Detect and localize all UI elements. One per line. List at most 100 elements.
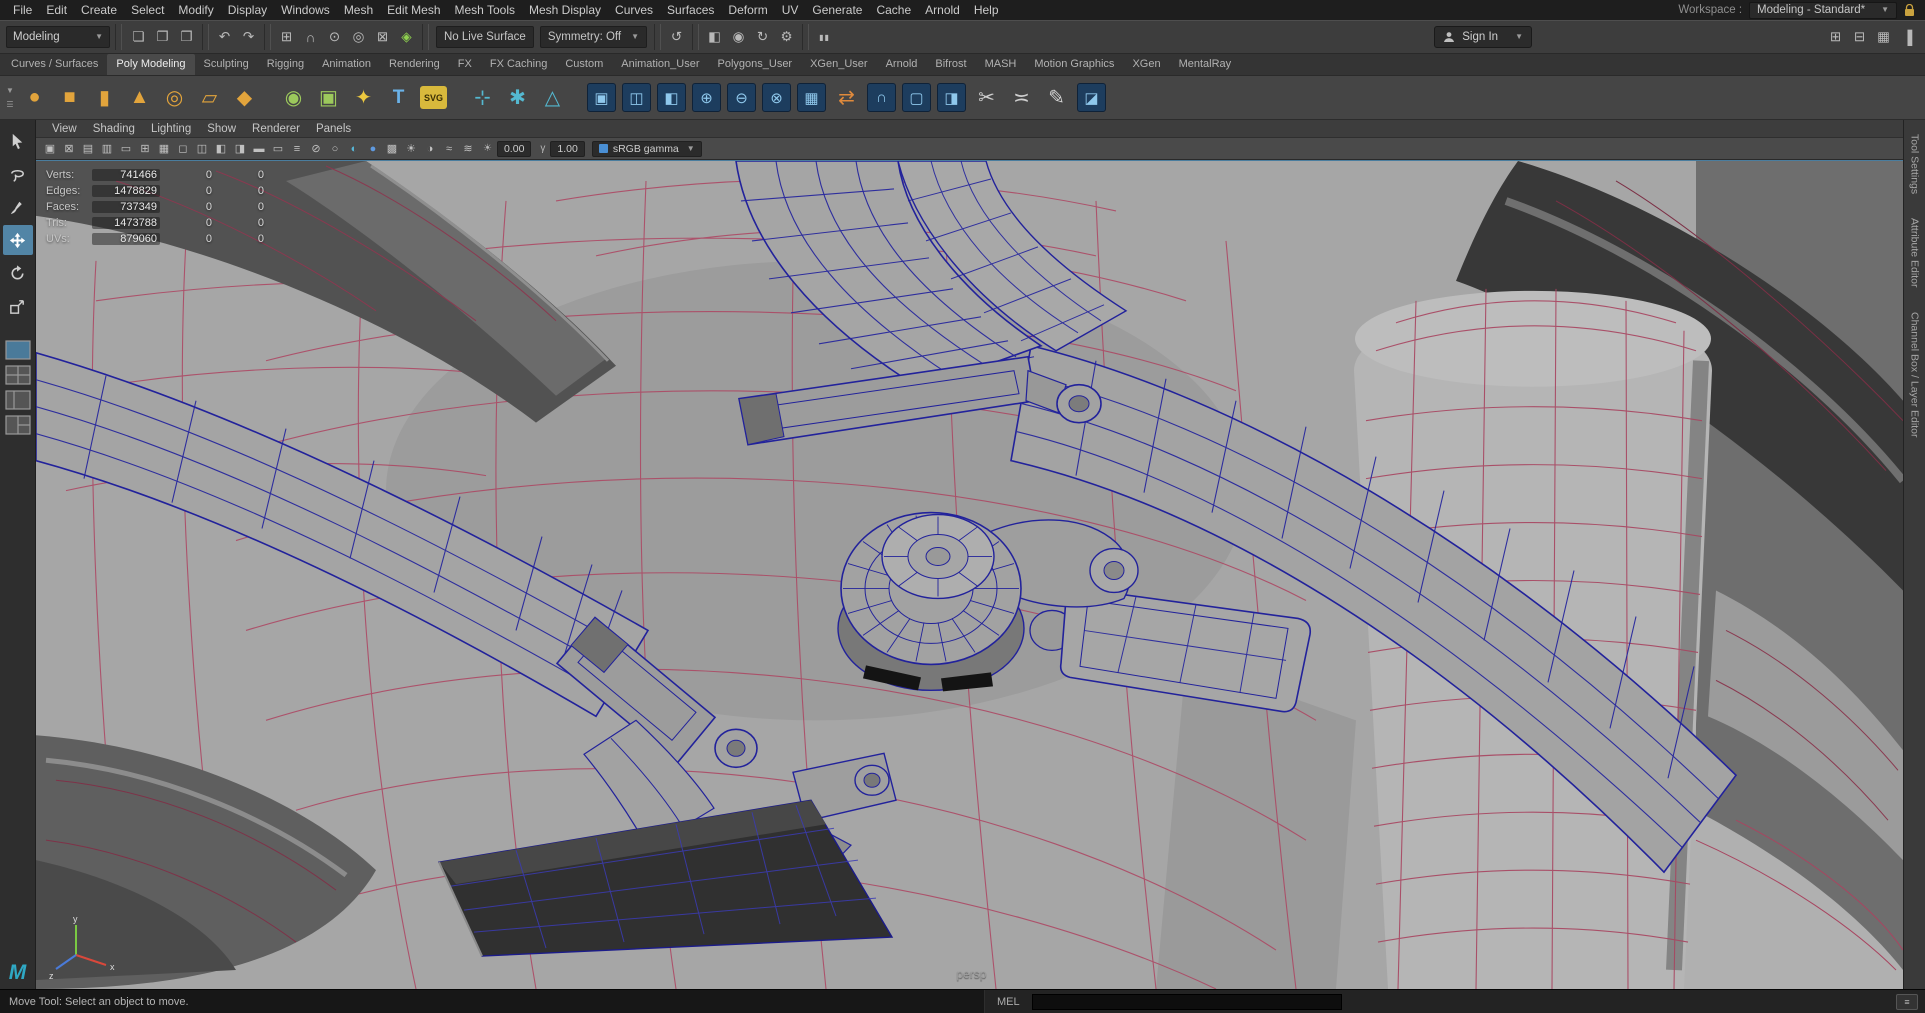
- menubar-item[interactable]: Mesh Display: [522, 0, 608, 20]
- shelf-tab[interactable]: Curves / Surfaces: [2, 54, 107, 75]
- gamma-field[interactable]: 1.00: [550, 140, 585, 157]
- shelf-tab[interactable]: Rigging: [258, 54, 313, 75]
- separator[interactable]: [202, 24, 209, 50]
- shelf-tab[interactable]: Poly Modeling: [107, 54, 195, 75]
- shelf-tab[interactable]: XGen_User: [801, 54, 876, 75]
- symmetry-select[interactable]: Symmetry: Off ▼: [539, 26, 648, 48]
- align-tool-icon[interactable]: ⊹: [466, 80, 499, 116]
- menubar-item[interactable]: UV: [775, 0, 806, 20]
- menubar-item[interactable]: Mesh: [337, 0, 380, 20]
- exposure-field[interactable]: 0.00: [496, 140, 532, 157]
- menubar-item[interactable]: Help: [967, 0, 1006, 20]
- separator[interactable]: [654, 24, 662, 50]
- shadows-icon[interactable]: ◑: [421, 140, 439, 158]
- wireframe-on-shaded-icon[interactable]: ○: [326, 140, 344, 158]
- resolution-gate-icon[interactable]: ◫: [193, 140, 211, 158]
- open-render-view-icon[interactable]: ◧: [703, 26, 726, 49]
- poly-cylinder-icon[interactable]: ▮: [88, 80, 121, 116]
- field-chart-icon[interactable]: ◨: [231, 140, 249, 158]
- lock-camera-icon[interactable]: ⊠: [60, 140, 78, 158]
- default-material-icon[interactable]: ◐: [345, 140, 363, 158]
- menubar-item[interactable]: Curves: [608, 0, 660, 20]
- fill-hole-icon[interactable]: ▢: [902, 83, 931, 112]
- panel-menu-item[interactable]: Panels: [308, 123, 359, 135]
- multi-cut-icon[interactable]: ✂: [970, 80, 1003, 116]
- menubar-item[interactable]: Arnold: [918, 0, 967, 20]
- ambient-occlusion-icon[interactable]: ≈: [440, 140, 458, 158]
- snap-to-view-plane-icon[interactable]: ⊠: [371, 26, 394, 49]
- shelf-tab[interactable]: Custom: [556, 54, 612, 75]
- bevel-icon[interactable]: ◪: [1077, 83, 1106, 112]
- menubar-item[interactable]: Display: [221, 0, 274, 20]
- shelf-tab[interactable]: Rendering: [380, 54, 449, 75]
- render-current-frame-icon[interactable]: ◉: [727, 26, 750, 49]
- poly-torus-icon[interactable]: ◎: [158, 80, 191, 116]
- poly-platonic-icon[interactable]: ◆: [228, 80, 261, 116]
- poly-cube-icon[interactable]: ■: [53, 80, 86, 116]
- gamma-icon[interactable]: γ: [540, 143, 545, 154]
- four-pane-layout-button[interactable]: [4, 364, 32, 386]
- panel-menu-item[interactable]: View: [44, 123, 85, 135]
- script-editor-button[interactable]: ≡: [1896, 993, 1918, 1010]
- toggle-panel-full-icon[interactable]: ▦: [1872, 26, 1895, 49]
- pan-zoom-icon[interactable]: ⊞: [136, 140, 154, 158]
- command-line-language-button[interactable]: MEL: [985, 996, 1032, 1008]
- shelf-list-icon[interactable]: ☰: [6, 100, 13, 109]
- shelf-tab[interactable]: Animation: [313, 54, 380, 75]
- exposure-icon[interactable]: ☀: [483, 143, 492, 154]
- sculpt-smooth-tool-icon[interactable]: ▣: [312, 80, 345, 116]
- open-scene-icon[interactable]: ❐: [151, 26, 174, 49]
- shelf-tab[interactable]: Arnold: [877, 54, 927, 75]
- pause-viewport-icon[interactable]: ▮▮: [813, 26, 836, 49]
- paint-select-tool-button[interactable]: [3, 192, 33, 222]
- menubar-item[interactable]: Cache: [869, 0, 918, 20]
- mel-command-input[interactable]: [1031, 993, 1342, 1010]
- construction-history-icon[interactable]: ↺: [665, 26, 688, 49]
- safe-title-icon[interactable]: ▭: [269, 140, 287, 158]
- gap[interactable]: [263, 80, 275, 116]
- select-camera-icon[interactable]: ▣: [41, 140, 59, 158]
- bridge-icon[interactable]: ∩: [867, 83, 896, 112]
- hud-toggle-icon[interactable]: ≡: [288, 140, 306, 158]
- toggle-sidebar-icon[interactable]: ▐: [1896, 26, 1919, 49]
- toggle-panel-grid-icon[interactable]: ⊞: [1824, 26, 1847, 49]
- menubar-item[interactable]: Edit: [39, 0, 74, 20]
- tab-attribute-editor[interactable]: Attribute Editor: [1909, 218, 1921, 287]
- view-transform-select[interactable]: sRGB gamma ▼: [591, 140, 702, 157]
- gate-mask-icon[interactable]: ◧: [212, 140, 230, 158]
- gap[interactable]: [452, 80, 464, 116]
- boolean-union-icon[interactable]: ⊕: [692, 83, 721, 112]
- menubar-item[interactable]: Modify: [171, 0, 220, 20]
- make-live-icon[interactable]: ◈: [395, 26, 418, 49]
- snap-to-grid-icon[interactable]: ⊞: [275, 26, 298, 49]
- menubar-item[interactable]: Create: [74, 0, 124, 20]
- tab-channel-box[interactable]: Channel Box / Layer Editor: [1909, 312, 1921, 438]
- shelf-tab[interactable]: FX Caching: [481, 54, 556, 75]
- shelf-menu-buttons[interactable]: ▼ ☰: [2, 76, 18, 119]
- menubar-item[interactable]: Surfaces: [660, 0, 721, 20]
- combine-icon[interactable]: ▣: [587, 83, 616, 112]
- rotate-tool-button[interactable]: [3, 258, 33, 288]
- menubar-item[interactable]: File: [6, 0, 39, 20]
- camera-attributes-icon[interactable]: ▤: [79, 140, 97, 158]
- motion-blur-icon[interactable]: ≋: [459, 140, 477, 158]
- mirror-icon[interactable]: ⇄: [830, 80, 863, 116]
- film-gate-icon[interactable]: ◻: [174, 140, 192, 158]
- panel-menu-item[interactable]: Shading: [85, 123, 143, 135]
- single-pane-layout-button[interactable]: [4, 339, 32, 361]
- shaded-display-icon[interactable]: ●: [364, 140, 382, 158]
- lights-icon[interactable]: ☀: [402, 140, 420, 158]
- lasso-tool-button[interactable]: [3, 159, 33, 189]
- poly-plane-icon[interactable]: ▱: [193, 80, 226, 116]
- separator[interactable]: [422, 24, 429, 50]
- textured-display-icon[interactable]: ▩: [383, 140, 401, 158]
- menubar-item[interactable]: Edit Mesh: [380, 0, 447, 20]
- shelf-tab[interactable]: Polygons_User: [709, 54, 802, 75]
- xray-icon[interactable]: ⊘: [307, 140, 325, 158]
- panel-menu-item[interactable]: Renderer: [244, 123, 308, 135]
- type-tool-icon[interactable]: T: [382, 80, 415, 116]
- menubar-item[interactable]: Windows: [274, 0, 337, 20]
- sign-in-button[interactable]: Sign In ▼: [1434, 26, 1532, 48]
- snap-to-point-icon[interactable]: ⊙: [323, 26, 346, 49]
- persp-outliner-layout-button[interactable]: [4, 389, 32, 411]
